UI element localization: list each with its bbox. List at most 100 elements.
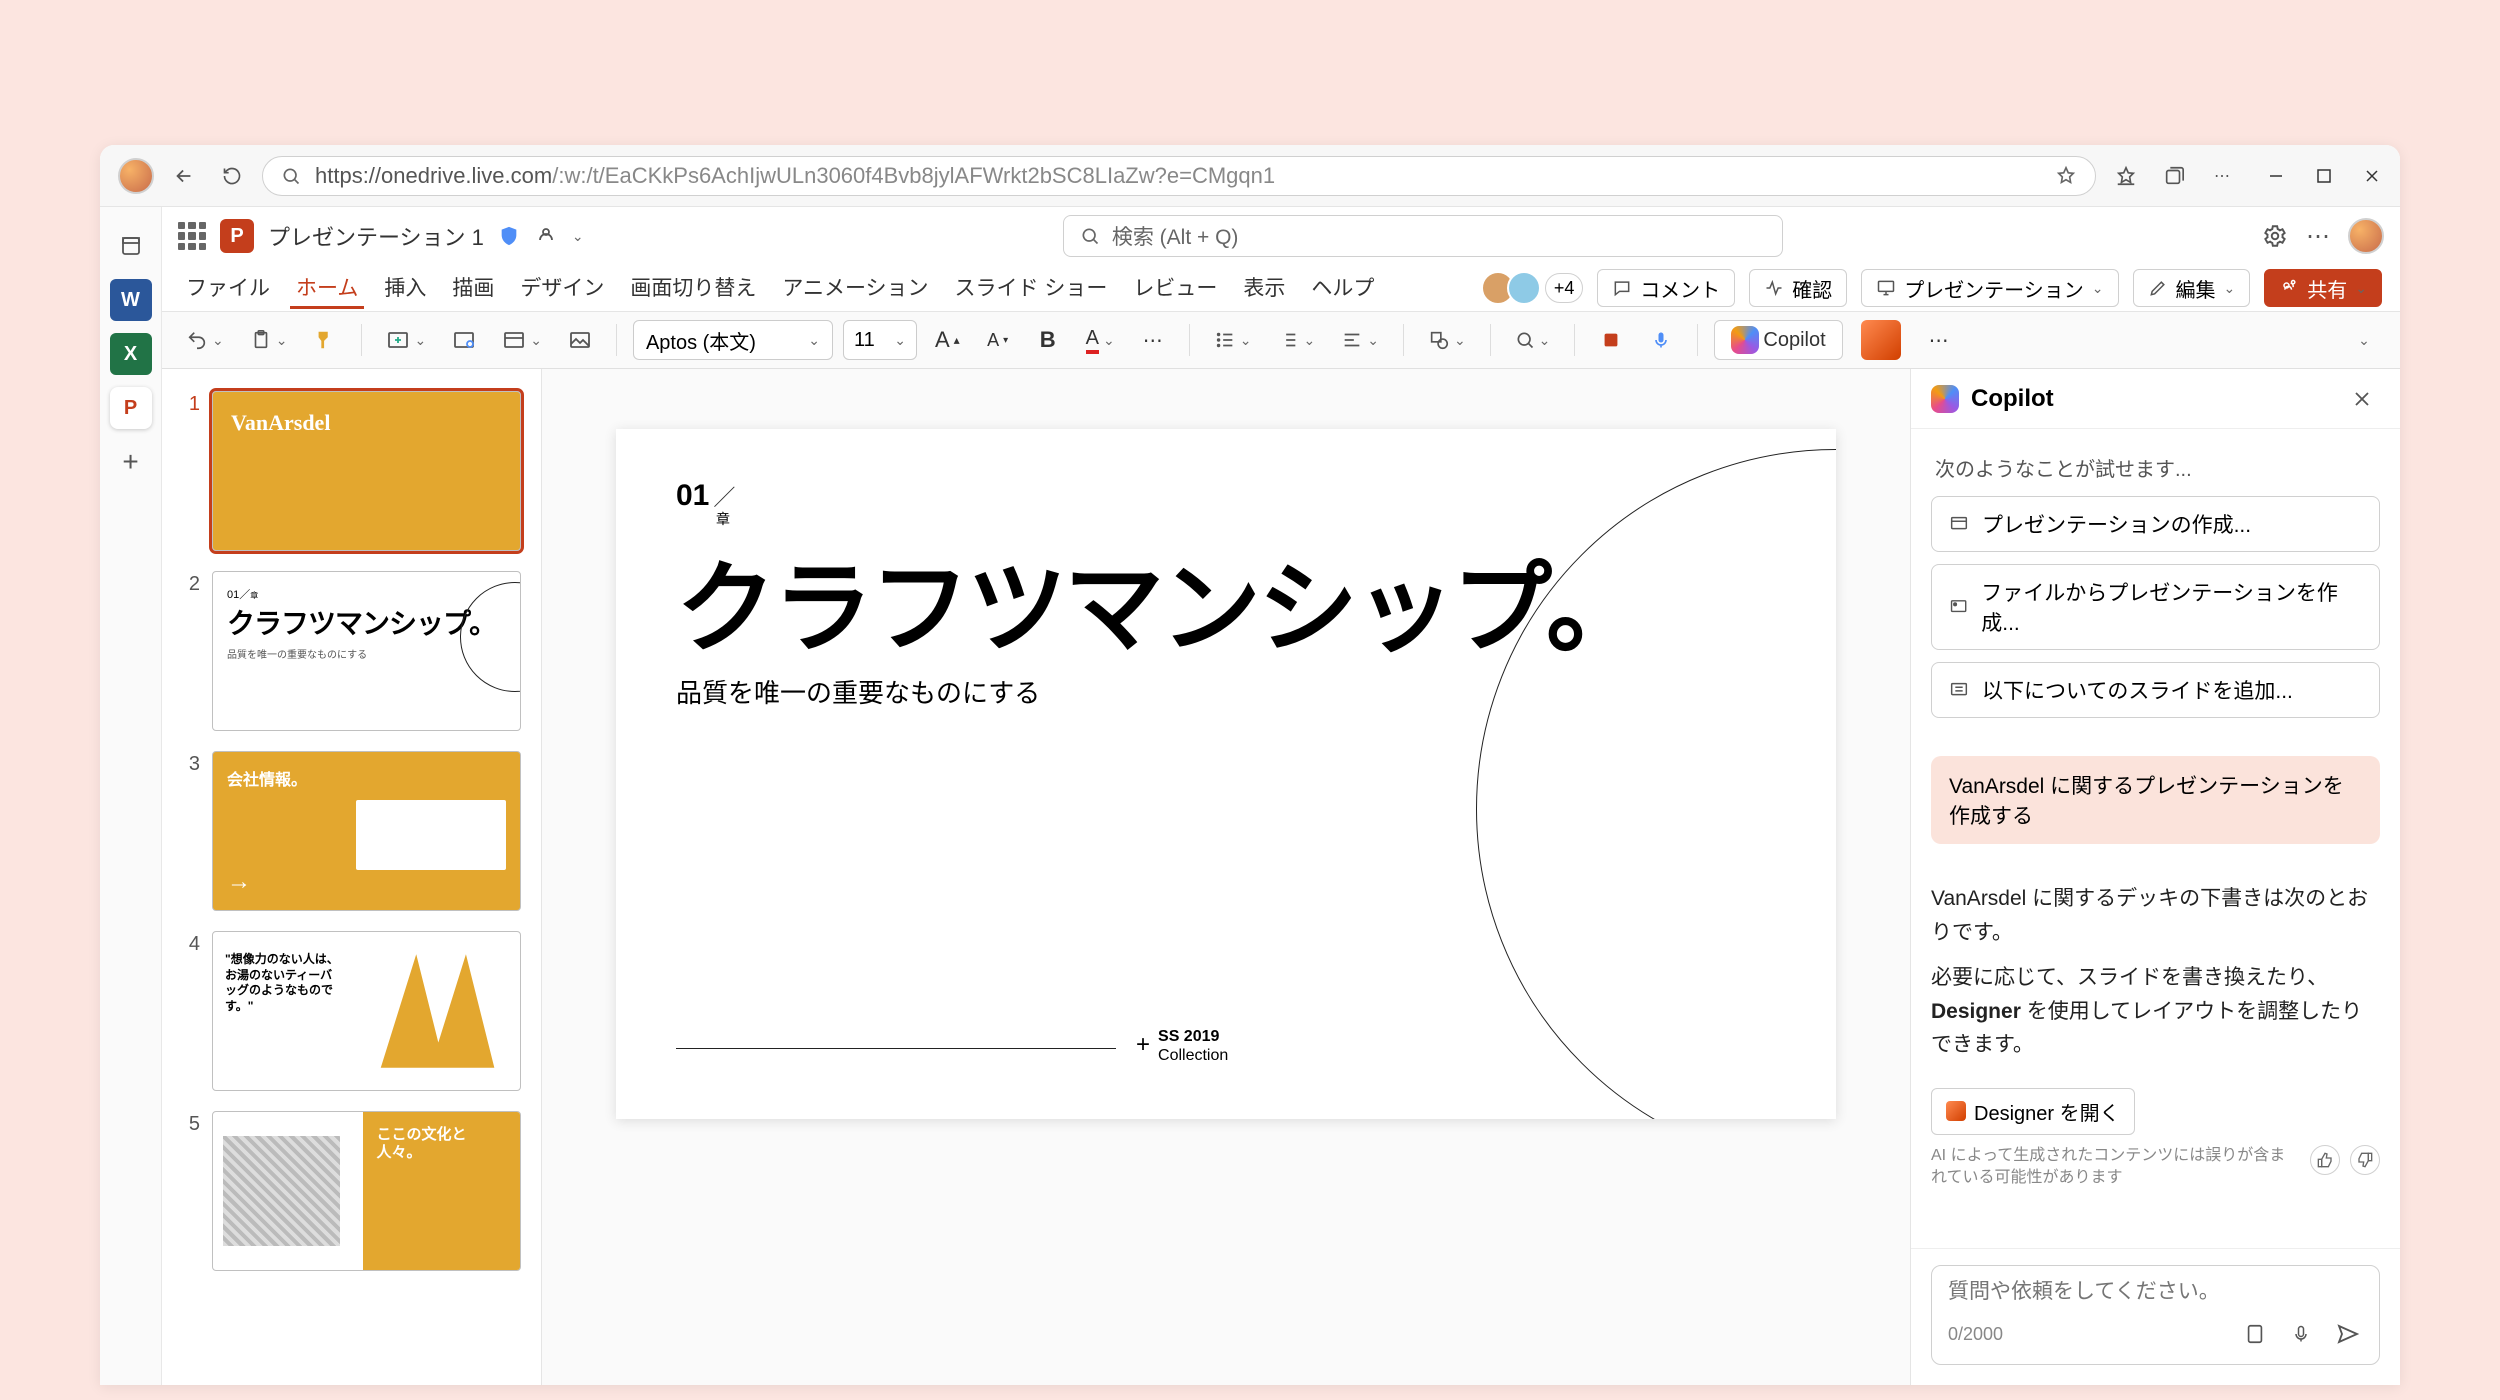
present-button[interactable]: プレゼンテーション ⌄ — [1861, 269, 2118, 307]
open-designer-button[interactable]: Designer を開く — [1931, 1088, 2135, 1135]
menu-item-6[interactable]: アニメーション — [776, 268, 934, 309]
collapse-ribbon-button[interactable]: ⌄ — [2344, 320, 2384, 360]
menu-item-5[interactable]: 画面切り替え — [624, 268, 762, 309]
title-chevron-icon[interactable]: ⌄ — [572, 228, 584, 245]
slide-thumbnail-panel: 1VanArsdel201／章クラフツマンシップ。品質を唯一の重要なものにする3… — [162, 369, 542, 1385]
menu-item-10[interactable]: ヘルプ — [1305, 268, 1380, 309]
copilot-ribbon-button[interactable]: Copilot — [1714, 320, 1842, 360]
copilot-response-1: VanArsdel に関するデッキの下書きは次のとおりです。 — [1931, 882, 2380, 949]
ribbon-toolbar: ⌄ ⌄ ⌄ ⌄ Aptos (本文)⌄ 11⌄ A▴ A▾ B A⌄ ⋯ ⌄ ⌄… — [162, 311, 2400, 369]
addins-button[interactable] — [1591, 320, 1631, 360]
copilot-pane: Copilot 次のようなことが試せます... プレゼンテーションの作成... フ… — [1910, 369, 2400, 1385]
find-button[interactable]: ⌄ — [1507, 320, 1559, 360]
copilot-suggestion-1[interactable]: ファイルからプレゼンテーションを作成... — [1931, 564, 2380, 650]
rail-add-icon[interactable]: + — [110, 441, 152, 483]
comment-button[interactable]: コメント — [1597, 269, 1735, 307]
attach-icon[interactable] — [2239, 1318, 2271, 1350]
new-slide-button[interactable]: ⌄ — [378, 320, 434, 360]
numbering-button[interactable]: ⌄ — [1269, 320, 1323, 360]
copilot-input-box[interactable]: 0/2000 — [1931, 1265, 2380, 1365]
settings-icon[interactable] — [2262, 223, 2288, 249]
increase-font-button[interactable]: A▴ — [927, 320, 968, 360]
mic-icon[interactable] — [2285, 1318, 2317, 1350]
section-button[interactable]: ⌄ — [494, 320, 550, 360]
thumbs-up-button[interactable] — [2310, 1145, 2340, 1175]
favorites-bar-icon[interactable] — [2108, 158, 2144, 194]
maximize-button[interactable] — [2314, 166, 2334, 186]
slide-thumbnail-1[interactable]: VanArsdel — [212, 391, 521, 551]
menu-item-9[interactable]: 表示 — [1237, 268, 1291, 309]
minimize-button[interactable] — [2266, 166, 2286, 186]
copilot-suggestion-2[interactable]: 以下についてのスライドを追加... — [1931, 662, 2380, 718]
slide-decorative-circle — [1476, 449, 1836, 1119]
menu-item-1[interactable]: ホーム — [290, 268, 364, 309]
font-color-button[interactable]: A⌄ — [1078, 320, 1123, 360]
close-window-button[interactable] — [2362, 166, 2382, 186]
format-painter-button[interactable] — [305, 320, 345, 360]
favorite-icon[interactable] — [2055, 165, 2077, 187]
plus-icon: + — [1136, 1031, 1150, 1060]
rail-tab-icon[interactable] — [110, 225, 152, 267]
share-button[interactable]: 共有 ⌄ — [2264, 269, 2382, 307]
menu-item-3[interactable]: 描画 — [446, 268, 500, 309]
sync-icon[interactable] — [534, 224, 558, 248]
font-size-select[interactable]: 11⌄ — [843, 320, 917, 360]
slide-thumbnail-2[interactable]: 01／章クラフツマンシップ。品質を唯一の重要なものにする — [212, 571, 521, 731]
thumb-number: 1 — [182, 391, 200, 551]
menu-item-7[interactable]: スライド ショー — [949, 268, 1114, 309]
search-icon — [1080, 226, 1100, 246]
slide-canvas[interactable]: 01 ／ 章 クラフツマンシップ。 品質を唯一の重要なものにする + SS 20… — [616, 429, 1836, 1119]
align-button[interactable]: ⌄ — [1333, 320, 1387, 360]
undo-button[interactable]: ⌄ — [178, 320, 232, 360]
slide-number: 01 — [676, 479, 709, 513]
slide-thumbnail-5[interactable]: ここの文化と人々。 — [212, 1111, 521, 1271]
copilot-hint: 次のようなことが試せます... — [1935, 453, 2376, 482]
decrease-font-button[interactable]: A▾ — [978, 320, 1018, 360]
rail-powerpoint-icon[interactable]: P — [110, 387, 152, 429]
collections-icon[interactable] — [2156, 158, 2192, 194]
review-button[interactable]: 確認 — [1749, 269, 1847, 307]
font-family-select[interactable]: Aptos (本文)⌄ — [633, 320, 833, 360]
app-launcher-icon[interactable] — [178, 222, 206, 250]
browser-more-icon[interactable]: ⋯ — [2204, 158, 2240, 194]
paste-button[interactable]: ⌄ — [242, 320, 296, 360]
menu-item-8[interactable]: レビュー — [1127, 268, 1223, 309]
profile-avatar[interactable] — [118, 158, 154, 194]
bold-button[interactable]: B — [1028, 320, 1068, 360]
document-title[interactable]: プレゼンテーション 1 — [268, 220, 484, 252]
copilot-text-input[interactable] — [1948, 1280, 2363, 1304]
search-icon — [281, 166, 301, 186]
bullets-button[interactable]: ⌄ — [1206, 320, 1260, 360]
account-avatar[interactable] — [2348, 218, 2384, 254]
back-button[interactable] — [166, 158, 202, 194]
ribbon-more-button[interactable]: ⋯ — [1919, 320, 1959, 360]
menu-item-4[interactable]: デザイン — [514, 268, 610, 309]
picture-button[interactable] — [560, 320, 600, 360]
more-icon[interactable]: ⋯ — [2306, 222, 2330, 251]
copilot-icon — [1931, 385, 1959, 413]
layout-button[interactable] — [444, 320, 484, 360]
url-text: https://onedrive.live.com/:w:/t/EaCKkPs6… — [315, 163, 1275, 189]
shapes-button[interactable]: ⌄ — [1420, 320, 1474, 360]
font-more-button[interactable]: ⋯ — [1133, 320, 1173, 360]
search-input[interactable]: 検索 (Alt + Q) — [1063, 215, 1783, 257]
dictate-button[interactable] — [1641, 320, 1681, 360]
send-button[interactable] — [2331, 1318, 2363, 1350]
copilot-header: Copilot — [1911, 369, 2400, 429]
thumbs-down-button[interactable] — [2350, 1145, 2380, 1175]
address-bar[interactable]: https://onedrive.live.com/:w:/t/EaCKkPs6… — [262, 156, 2096, 196]
presence-avatars[interactable]: +4 — [1489, 271, 1583, 305]
close-pane-button[interactable] — [2344, 381, 2380, 417]
menu-item-0[interactable]: ファイル — [180, 268, 276, 309]
designer-icon — [1946, 1101, 1966, 1121]
designer-ribbon-button[interactable] — [1853, 320, 1909, 360]
menu-item-2[interactable]: 挿入 — [378, 268, 432, 309]
rail-excel-icon[interactable]: X — [110, 333, 152, 375]
slide-thumbnail-3[interactable]: 会社情報。→ — [212, 751, 521, 911]
copilot-suggestion-0[interactable]: プレゼンテーションの作成... — [1931, 496, 2380, 552]
refresh-button[interactable] — [214, 158, 250, 194]
rail-word-icon[interactable]: W — [110, 279, 152, 321]
slide-thumbnail-4[interactable]: "想像力のない人は、お湯のないティーバッグのようなものです。" — [212, 931, 521, 1091]
edit-mode-button[interactable]: 編集 ⌄ — [2133, 269, 2251, 307]
thumb-number: 5 — [182, 1111, 200, 1271]
